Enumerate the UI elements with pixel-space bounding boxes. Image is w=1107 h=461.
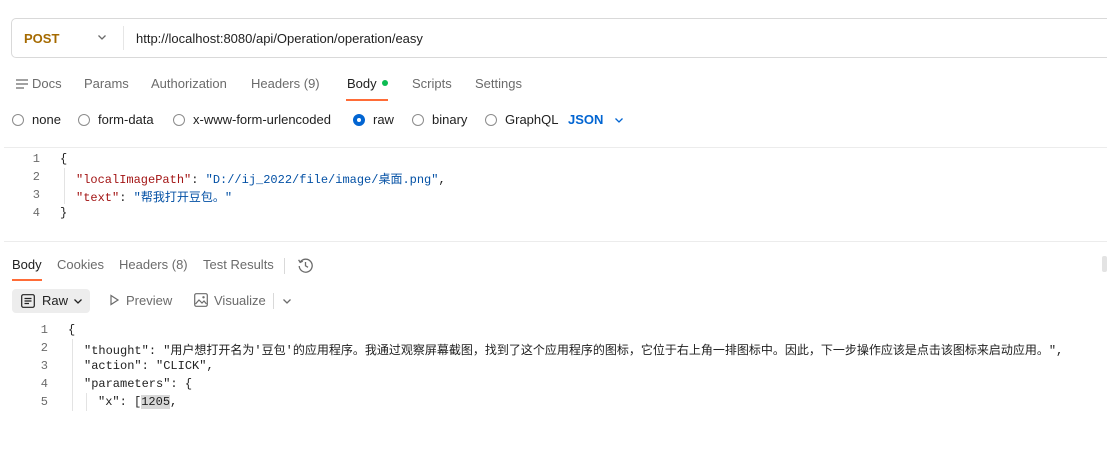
radio-form-data-label: form-data xyxy=(98,112,154,127)
line-number: 3 xyxy=(32,188,40,202)
tab-body[interactable]: Body xyxy=(347,76,388,91)
chevron-down-icon[interactable] xyxy=(96,31,108,43)
active-tab-indicator xyxy=(346,99,388,101)
line-number: 1 xyxy=(40,323,48,337)
raw-view-label: Raw xyxy=(42,293,69,308)
radio-graphql-label: GraphQL xyxy=(505,112,559,127)
preview-label: Preview xyxy=(126,293,173,308)
radio-none[interactable]: none xyxy=(12,112,61,127)
json-string: "用户想打开名为'豆包'的应用程序。我通过观察屏幕截图，找到了这个应用程序的图标… xyxy=(163,344,1057,358)
tab-cookies[interactable]: Cookies xyxy=(57,257,104,272)
line-number: 2 xyxy=(40,341,48,355)
json-key: "localImagePath" xyxy=(76,173,192,187)
visualize-button[interactable]: Visualize xyxy=(194,293,266,308)
json-string: "CLICK" xyxy=(156,359,207,373)
radio-urlencoded-label: x-www-form-urlencoded xyxy=(193,112,331,127)
line-number: 4 xyxy=(32,206,40,220)
json-key: "thought" xyxy=(84,344,149,358)
tab-response-headers[interactable]: Headers (8) xyxy=(119,257,188,272)
radio-circle-icon xyxy=(485,114,497,126)
radio-raw[interactable]: raw xyxy=(353,112,394,127)
line-number: 2 xyxy=(32,170,40,184)
tab-settings[interactable]: Settings xyxy=(475,76,522,91)
tab-test-results[interactable]: Test Results xyxy=(203,257,274,272)
json-key: "action" xyxy=(84,359,142,373)
code-line: "text": "帮我打开豆包。" xyxy=(76,191,233,205)
chevron-down-icon xyxy=(74,299,82,304)
code-line: "localImagePath": "D://ij_2022/file/imag… xyxy=(76,173,446,187)
indent-guide xyxy=(86,393,87,411)
radio-checked-icon xyxy=(353,114,365,126)
divider xyxy=(284,258,285,274)
radio-binary[interactable]: binary xyxy=(412,112,467,127)
code-line: "action": "CLICK", xyxy=(84,359,214,373)
url-input[interactable]: http://localhost:8080/api/Operation/oper… xyxy=(136,31,423,46)
code-brace: } xyxy=(60,206,68,220)
format-select[interactable]: JSON xyxy=(568,112,603,127)
radio-graphql[interactable]: GraphQL xyxy=(485,112,558,127)
chevron-down-icon[interactable] xyxy=(281,295,293,307)
tab-docs[interactable]: Docs xyxy=(16,76,62,91)
request-body-editor[interactable]: 1 2 3 4 { "localImagePath": "D://ij_2022… xyxy=(4,147,1107,242)
divider xyxy=(123,26,124,50)
radio-circle-icon xyxy=(412,114,424,126)
radio-circle-icon xyxy=(173,114,185,126)
preview-button[interactable]: Preview xyxy=(108,293,172,308)
line-number: 4 xyxy=(40,377,48,391)
status-dot-icon xyxy=(381,80,388,86)
chevron-down-icon[interactable] xyxy=(613,114,625,126)
tab-authorization[interactable]: Authorization xyxy=(151,76,227,91)
docs-icon xyxy=(16,79,28,89)
code-line: "x": [1205, xyxy=(98,395,178,409)
radio-raw-label: raw xyxy=(373,112,394,127)
line-number: 3 xyxy=(40,359,48,373)
radio-form-data[interactable]: form-data xyxy=(78,112,154,127)
raw-text-icon xyxy=(21,294,35,308)
radio-circle-icon xyxy=(78,114,90,126)
json-string: "帮我打开豆包。" xyxy=(133,191,233,205)
indent-guide xyxy=(64,168,65,204)
image-icon xyxy=(194,293,208,307)
raw-view-button[interactable]: Raw xyxy=(12,289,90,313)
visualize-label: Visualize xyxy=(214,293,266,308)
code-brace: { xyxy=(60,152,68,166)
tab-body-label: Body xyxy=(347,76,377,91)
radio-circle-icon xyxy=(12,114,24,126)
line-number: 5 xyxy=(40,395,48,409)
radio-none-label: none xyxy=(32,112,61,127)
json-key: "text" xyxy=(76,191,120,205)
history-icon[interactable] xyxy=(297,257,314,274)
radio-binary-label: binary xyxy=(432,112,468,127)
json-key: "parameters" xyxy=(84,377,171,391)
code-line: "parameters": { xyxy=(84,377,193,391)
tab-params[interactable]: Params xyxy=(84,76,129,91)
code-brace: { xyxy=(68,323,76,337)
radio-urlencoded[interactable]: x-www-form-urlencoded xyxy=(173,112,331,127)
line-number: 1 xyxy=(32,152,40,166)
url-bar: POST http://localhost:8080/api/Operation… xyxy=(11,18,1107,58)
json-string: "D://ij_2022/file/image/桌面.png" xyxy=(205,173,439,187)
divider xyxy=(273,293,274,309)
tab-headers[interactable]: Headers (9) xyxy=(251,76,320,91)
indent-guide xyxy=(72,339,73,411)
method-select[interactable]: POST xyxy=(24,31,59,46)
tab-scripts[interactable]: Scripts xyxy=(412,76,452,91)
tab-response-body[interactable]: Body xyxy=(12,257,42,272)
json-key: "x" xyxy=(98,395,120,409)
active-tab-indicator xyxy=(12,279,42,281)
tab-docs-label: Docs xyxy=(32,76,62,91)
json-number: 1205 xyxy=(141,395,171,409)
code-line: "thought": "用户想打开名为'豆包'的应用程序。我通过观察屏幕截图，找… xyxy=(84,344,1064,358)
play-icon xyxy=(110,294,120,306)
scrollbar-thumb[interactable] xyxy=(1102,256,1107,272)
